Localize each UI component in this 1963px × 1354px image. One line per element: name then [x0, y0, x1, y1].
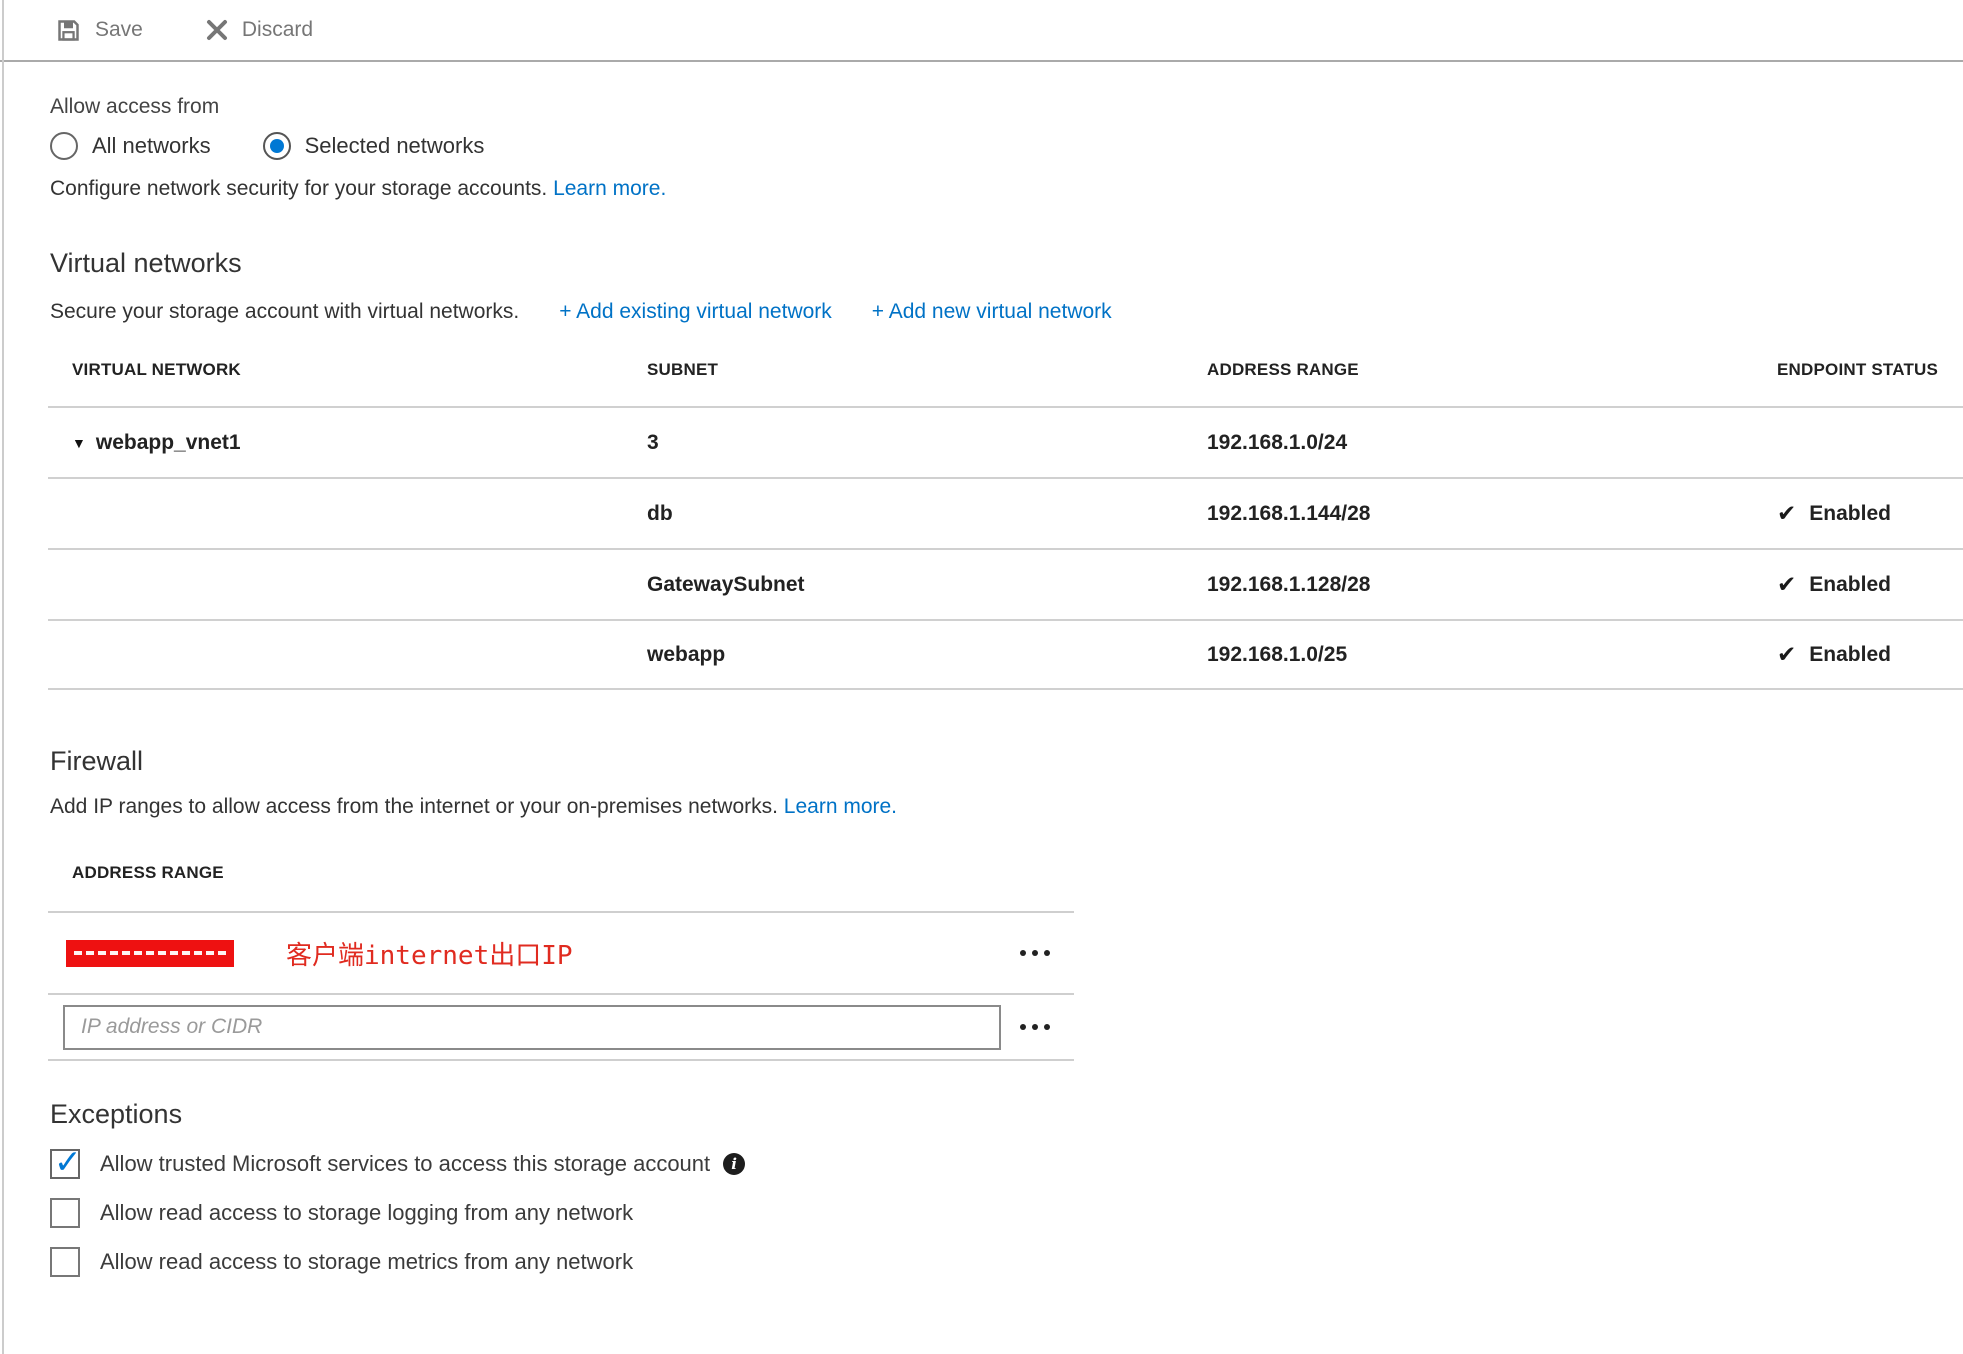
discard-x-icon [205, 18, 229, 42]
checkbox-storage-logging[interactable] [50, 1198, 80, 1228]
subnet-cell: webapp [647, 643, 1207, 667]
redacted-ip-value [66, 940, 234, 967]
add-new-vnet-link[interactable]: + Add new virtual network [872, 300, 1112, 324]
radio-option-selected-networks[interactable]: Selected networks [263, 132, 485, 160]
virtual-networks-subtitle-row: Secure your storage account with virtual… [50, 300, 1963, 324]
check-icon: ✔ [1777, 500, 1796, 527]
client-internet-egress-ip-note: 客户端internet出口IP [286, 935, 573, 972]
exception-trusted-services-row: ✓ Allow trusted Microsoft services to ac… [50, 1149, 1963, 1179]
command-bar: Save Discard [0, 0, 1963, 62]
check-icon: ✔ [1777, 641, 1796, 668]
endpoint-status-cell: ✔ Enabled [1777, 641, 1963, 668]
endpoint-status-text: Enabled [1809, 643, 1891, 667]
firewall-ip-row: 客户端internet出口IP [48, 913, 1074, 995]
virtual-networks-table: VIRTUAL NETWORK SUBNET ADDRESS RANGE END… [48, 360, 1963, 690]
exceptions-title: Exceptions [50, 1099, 1963, 1130]
firewall-table: 客户端internet出口IP [48, 911, 1074, 1061]
save-button[interactable]: Save [55, 17, 143, 44]
endpoint-status-text: Enabled [1809, 502, 1891, 526]
endpoint-status-text: Enabled [1809, 573, 1891, 597]
learn-more-link-access[interactable]: Learn more. [553, 177, 666, 200]
address-range-cell: 192.168.1.128/28 [1207, 573, 1777, 597]
endpoint-status-cell: ✔ Enabled [1777, 500, 1963, 527]
firewall-description-text: Add IP ranges to allow access from the i… [50, 795, 778, 818]
radio-selected-networks-label: Selected networks [305, 133, 485, 159]
col-header-endpoint-status: ENDPOINT STATUS [1777, 360, 1963, 380]
info-icon[interactable]: i [723, 1153, 745, 1175]
exception-storage-metrics-row: Allow read access to storage metrics fro… [50, 1247, 1963, 1277]
radio-all-networks[interactable] [50, 132, 78, 160]
learn-more-link-firewall[interactable]: Learn more. [784, 795, 897, 818]
col-header-address-range: ADDRESS RANGE [1207, 360, 1777, 380]
save-icon [55, 17, 82, 44]
add-existing-vnet-link[interactable]: + Add existing virtual network [559, 300, 832, 324]
radio-all-networks-label: All networks [92, 133, 211, 159]
col-header-virtual-network: VIRTUAL NETWORK [48, 360, 647, 380]
col-header-subnet: SUBNET [647, 360, 1207, 380]
ip-address-input[interactable] [63, 1005, 1001, 1050]
address-range-cell: 192.168.1.0/25 [1207, 643, 1777, 667]
vnet-name: webapp_vnet1 [96, 431, 241, 455]
subnet-cell: GatewaySubnet [647, 573, 1207, 597]
firewall-description: Add IP ranges to allow access from the i… [50, 795, 1963, 819]
table-row-subnet-db[interactable]: db 192.168.1.144/28 ✔ Enabled [48, 477, 1963, 548]
table-row-subnet-webapp[interactable]: webapp 192.168.1.0/25 ✔ Enabled [48, 619, 1963, 690]
table-row-subnet-gateway[interactable]: GatewaySubnet 192.168.1.128/28 ✔ Enabled [48, 548, 1963, 619]
firewall-new-ip-row [48, 995, 1074, 1061]
checkmark-icon: ✓ [54, 1142, 82, 1181]
check-icon: ✔ [1777, 571, 1796, 598]
pane-left-border [2, 0, 4, 1354]
address-range-cell: 192.168.1.144/28 [1207, 502, 1777, 526]
checkbox-storage-metrics[interactable] [50, 1247, 80, 1277]
allow-access-radio-group: All networks Selected networks [50, 132, 1963, 160]
address-range-cell: 192.168.1.0/24 [1207, 431, 1777, 455]
discard-button[interactable]: Discard [205, 18, 313, 42]
checkbox-trusted-services[interactable]: ✓ [50, 1149, 80, 1179]
exception-storage-logging-row: Allow read access to storage logging fro… [50, 1198, 1963, 1228]
exception-label: Allow read access to storage logging fro… [100, 1200, 633, 1226]
subnet-cell: 3 [647, 431, 1207, 455]
exception-label: Allow trusted Microsoft services to acce… [100, 1151, 710, 1177]
network-security-description: Configure network security for your stor… [50, 177, 1963, 201]
endpoint-status-cell: ✔ Enabled [1777, 571, 1963, 598]
virtual-networks-title: Virtual networks [50, 248, 1963, 279]
radio-option-all-networks[interactable]: All networks [50, 132, 211, 160]
table-row-vnet[interactable]: ▼ webapp_vnet1 3 192.168.1.0/24 [48, 406, 1963, 477]
network-security-description-text: Configure network security for your stor… [50, 177, 547, 200]
more-options-icon[interactable] [1020, 1024, 1050, 1030]
vnet-table-header-row: VIRTUAL NETWORK SUBNET ADDRESS RANGE END… [48, 360, 1963, 406]
subnet-cell: db [647, 502, 1207, 526]
chevron-down-icon[interactable]: ▼ [72, 435, 86, 451]
radio-selected-networks[interactable] [263, 132, 291, 160]
save-button-label: Save [95, 18, 143, 42]
allow-access-from-label: Allow access from [50, 95, 1963, 119]
firewall-title: Firewall [50, 746, 1963, 777]
exception-label: Allow read access to storage metrics fro… [100, 1249, 633, 1275]
virtual-networks-subtitle: Secure your storage account with virtual… [50, 300, 519, 324]
discard-button-label: Discard [242, 18, 313, 42]
firewall-address-range-header: ADDRESS RANGE [50, 863, 1963, 883]
more-options-icon[interactable] [1020, 950, 1050, 956]
